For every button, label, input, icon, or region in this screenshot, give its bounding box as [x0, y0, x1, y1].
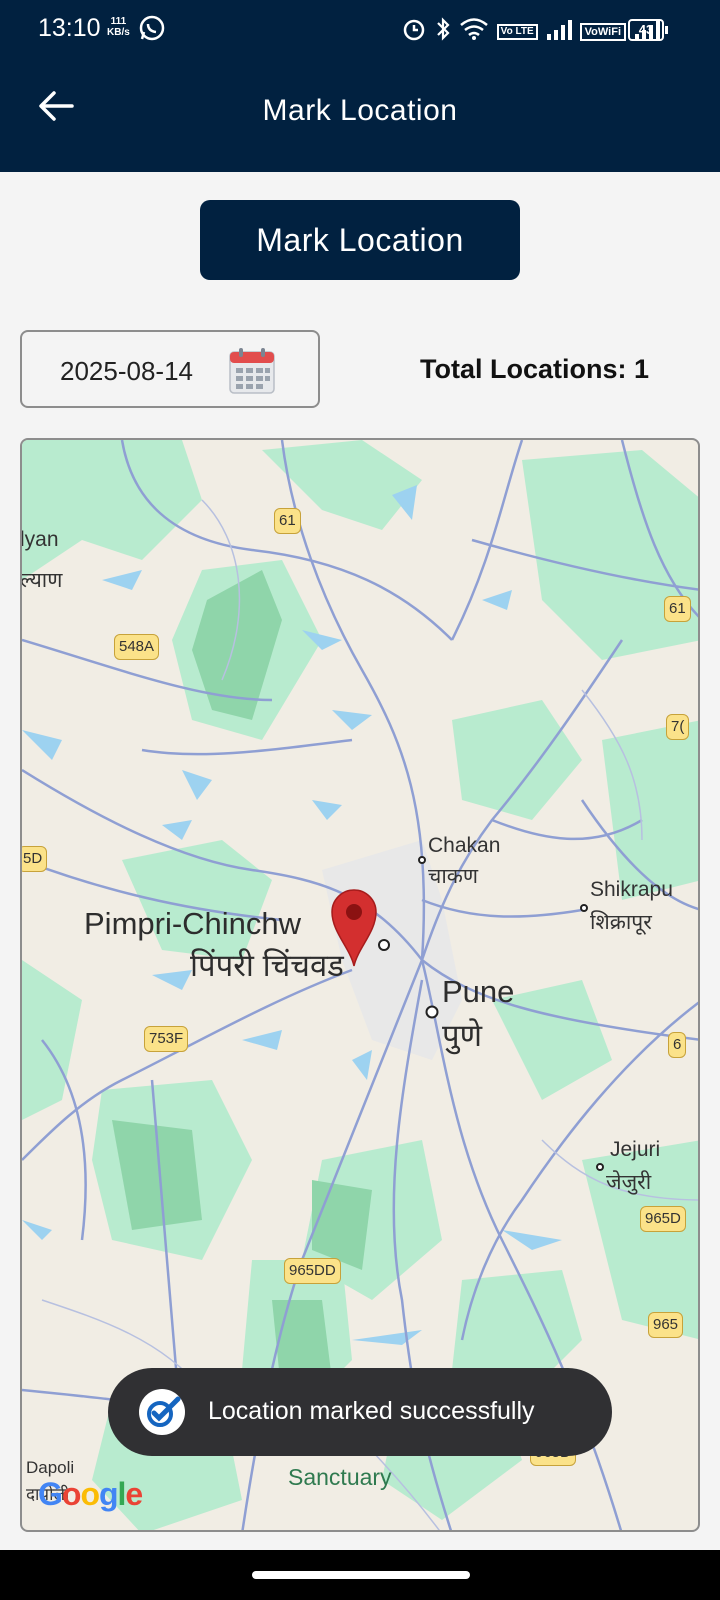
- success-toast: Location marked successfully: [108, 1368, 612, 1456]
- alarm-icon: [401, 16, 427, 47]
- wifi-icon: [459, 17, 489, 46]
- toast-message: Location marked successfully: [208, 1397, 535, 1425]
- status-bar: 13:10 111 KB/s Vo LTE VoWiFi 43: [0, 0, 720, 62]
- mark-location-button[interactable]: Mark Location: [200, 200, 520, 280]
- signal-icon: [546, 18, 572, 45]
- highway-shield: 61: [664, 596, 691, 622]
- map-label-jejuri: Jejuri: [610, 1138, 661, 1161]
- whatsapp-icon: [138, 14, 166, 47]
- map-label-pune-hi: पुणे: [442, 1018, 483, 1053]
- calendar-icon[interactable]: [227, 346, 277, 396]
- google-logo: Google: [38, 1476, 143, 1512]
- volte-badge: Vo LTE: [496, 23, 538, 40]
- bluetooth-icon: [435, 16, 451, 47]
- page-title: Mark Location: [262, 94, 458, 127]
- map-label-pune: Pune: [442, 974, 515, 1009]
- vowifi-badge: VoWiFi: [579, 22, 626, 41]
- map-label-pimpri: Pimpri-Chinchw: [84, 906, 302, 941]
- highway-shield: 965D: [640, 1206, 686, 1232]
- date-value: 2025-08-14: [60, 356, 193, 386]
- highway-shield: 965DD: [284, 1258, 341, 1284]
- network-speed: 111 KB/s: [107, 16, 130, 38]
- highway-shield: 7(: [666, 714, 690, 740]
- map-label-shikrapur: Shikrapu: [590, 878, 673, 901]
- highway-shield: 61: [274, 508, 301, 534]
- highway-shield: 965: [648, 1312, 684, 1338]
- highway-shield: 6: [668, 1032, 687, 1058]
- highway-shield: 5D: [22, 846, 48, 872]
- total-locations-label: Total Locations: 1: [420, 354, 650, 384]
- map-label-dapoli: Dapoli: [26, 1458, 75, 1477]
- home-gesture-handle[interactable]: [252, 1571, 470, 1579]
- highway-shield: 753F: [144, 1026, 189, 1052]
- map-label-pimpri-hi: पिंपरी चिंचवड: [190, 948, 344, 983]
- app-bar: Mark Location: [0, 62, 720, 172]
- date-picker[interactable]: 2025-08-14: [20, 330, 320, 408]
- map-label-chakan-hi: चाकण: [428, 865, 479, 888]
- highway-shield: 548A: [114, 634, 160, 660]
- status-time: 13:10: [38, 14, 101, 42]
- map-label-sanctuary: Sanctuary: [288, 1464, 392, 1490]
- map-label-chakan: Chakan: [428, 834, 501, 857]
- map-label-shikrapur-hi: शिक्रापूर: [590, 911, 652, 934]
- status-icons: Vo LTE VoWiFi: [401, 16, 660, 47]
- check-badge-icon: [138, 1388, 186, 1436]
- battery-icon: 43: [628, 19, 668, 41]
- map-label-kalyan-hi: ल्याण: [20, 569, 63, 592]
- map-label-kalyan: lyan: [20, 528, 59, 551]
- map-label-jejuri-hi: जेजुरी: [606, 1171, 652, 1194]
